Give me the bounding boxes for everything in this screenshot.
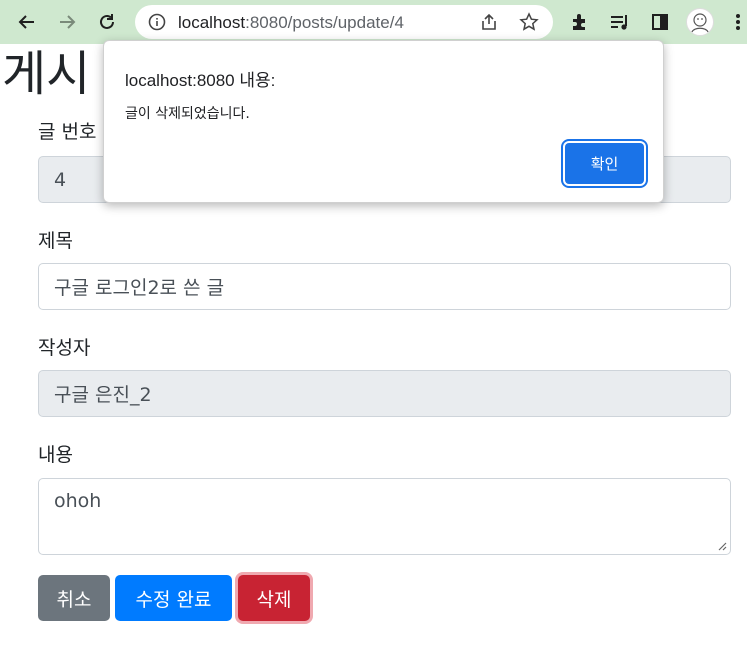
extensions-puzzle-icon[interactable] <box>566 8 594 36</box>
browser-toolbar: localhost:8080/posts/update/4 <box>0 0 747 44</box>
delete-button[interactable]: 삭제 <box>238 575 310 621</box>
dialog-ok-button[interactable]: 확인 <box>565 143 644 184</box>
back-arrow-icon[interactable] <box>13 8 41 36</box>
url-path: :8080/posts/update/4 <box>245 13 404 32</box>
side-panel-icon[interactable] <box>646 8 674 36</box>
address-bar[interactable]: localhost:8080/posts/update/4 <box>135 5 553 39</box>
content-label: 내용 <box>38 444 73 466</box>
profile-avatar[interactable] <box>686 8 714 36</box>
more-menu-icon[interactable] <box>724 8 747 36</box>
author-value: 구글 은진_2 <box>54 384 152 406</box>
dialog-title: localhost:8080 내용: <box>125 71 276 90</box>
resize-grip-icon[interactable] <box>718 542 727 551</box>
page-title: 게시 <box>2 46 91 102</box>
site-info-icon[interactable] <box>147 12 167 32</box>
share-icon[interactable] <box>478 11 500 33</box>
forward-arrow-icon[interactable] <box>53 8 81 36</box>
url-host: localhost <box>178 13 246 32</box>
bookmark-star-icon[interactable] <box>518 11 540 33</box>
author-label: 작성자 <box>38 337 91 359</box>
title-value: 구글 로그인2로 쓴 글 <box>54 277 225 299</box>
update-button[interactable]: 수정 완료 <box>115 575 232 621</box>
post-id-label: 글 번호 <box>38 121 97 143</box>
author-field: 구글 은진_2 <box>38 370 731 417</box>
dialog-message: 글이 삭제되었습니다. <box>125 106 250 122</box>
title-label: 제목 <box>38 230 73 252</box>
post-id-value: 4 <box>54 168 67 191</box>
cancel-button[interactable]: 취소 <box>38 575 110 621</box>
content-textarea[interactable]: ohoh <box>38 478 731 555</box>
media-playlist-icon[interactable] <box>606 8 634 36</box>
content-value: ohoh <box>54 490 102 512</box>
alert-dialog: localhost:8080 내용: 글이 삭제되었습니다. 확인 <box>103 40 664 203</box>
title-input[interactable]: 구글 로그인2로 쓴 글 <box>38 263 731 310</box>
reload-icon[interactable] <box>93 8 121 36</box>
url-text: localhost:8080/posts/update/4 <box>178 13 404 33</box>
